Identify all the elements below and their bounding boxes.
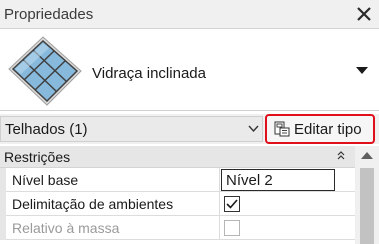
edit-type-icon	[274, 121, 290, 137]
triangle-down-icon[interactable]	[356, 67, 368, 75]
property-name: Delimitação de ambientes	[12, 196, 174, 212]
group-header-constraints[interactable]: Restrições	[0, 146, 355, 168]
edit-type-label: Editar tipo	[294, 121, 362, 138]
property-row-base-level: Nível base Nível 2	[0, 168, 355, 192]
property-row-related-to-mass: Relativo à massa	[0, 216, 355, 240]
base-level-field[interactable]: Nível 2	[221, 169, 335, 191]
base-level-value: Nível 2	[226, 172, 273, 189]
column-divider	[219, 216, 220, 240]
collapse-up-icon[interactable]	[337, 151, 345, 161]
type-name: Vidraça inclinada	[92, 65, 206, 82]
row-indent	[0, 216, 6, 240]
filter-row: Telhados (1) Editar tipo	[0, 114, 379, 144]
row-indent	[0, 192, 6, 216]
chevron-down-icon	[248, 125, 259, 133]
close-icon[interactable]	[354, 4, 374, 24]
sloped-glazing-icon	[8, 36, 82, 106]
property-name: Relativo à massa	[12, 220, 120, 236]
type-selector[interactable]: Vidraça inclinada	[0, 29, 379, 111]
related-to-mass-checkbox	[224, 220, 240, 236]
property-row-room-bounding: Delimitação de ambientes	[0, 192, 355, 216]
scrollbar-thumb[interactable]	[360, 168, 374, 244]
column-divider	[219, 168, 220, 192]
vertical-scrollbar[interactable]	[355, 146, 379, 244]
properties-panel: Propriedades Vidraça inclinada Telhados …	[0, 0, 379, 244]
edit-type-button[interactable]: Editar tipo	[265, 114, 375, 144]
panel-titlebar: Propriedades	[0, 0, 379, 29]
group-label: Restrições	[4, 149, 71, 165]
scroll-up-arrow-icon[interactable]	[361, 152, 373, 160]
panel-title: Propriedades	[4, 6, 94, 23]
property-name: Nível base	[12, 172, 79, 188]
checkmark-icon	[226, 199, 238, 209]
row-indent	[0, 168, 6, 192]
column-divider	[219, 192, 220, 216]
room-bounding-checkbox[interactable]	[224, 196, 240, 212]
instance-filter-dropdown[interactable]: Telhados (1)	[0, 116, 263, 142]
instance-filter-label: Telhados (1)	[5, 121, 88, 138]
